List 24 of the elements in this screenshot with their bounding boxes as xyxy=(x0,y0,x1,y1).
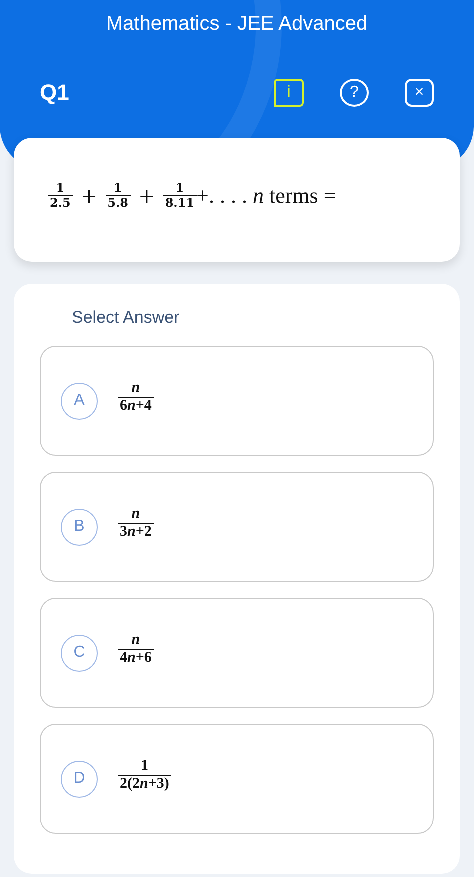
answer-option[interactable]: C n 4n+6 xyxy=(40,598,434,708)
option-letter: A xyxy=(61,382,98,420)
screen-title: Mathematics - JEE Advanced xyxy=(105,12,369,36)
fraction: 1 8.11 xyxy=(163,182,197,210)
fraction: 1 2(2n+3) xyxy=(118,759,172,793)
math-text: +. . . . n terms = xyxy=(196,182,336,209)
section-heading: Select Answer xyxy=(71,308,181,328)
answer-option[interactable]: D 1 2(2n+3) xyxy=(40,724,434,834)
option-letter: D xyxy=(61,760,98,798)
option-letter: B xyxy=(61,508,98,546)
close-button[interactable]: × xyxy=(405,79,434,107)
option-letter: C xyxy=(61,634,98,672)
answer-option[interactable]: A n 6n+4 xyxy=(40,346,434,456)
operator: + xyxy=(138,184,156,208)
fraction: n 6n+4 xyxy=(118,381,154,415)
fraction: 1 2.5 xyxy=(48,182,73,210)
help-button[interactable]: ? xyxy=(340,79,369,107)
operator: + xyxy=(80,184,98,208)
info-button[interactable]: i xyxy=(274,79,304,107)
fraction: n 4n+6 xyxy=(118,633,154,667)
fraction: n 3n+2 xyxy=(118,507,154,541)
answer-option[interactable]: B n 3n+2 xyxy=(40,472,434,582)
fraction: 1 5.8 xyxy=(106,182,131,210)
question-number: Q1 xyxy=(40,80,70,106)
